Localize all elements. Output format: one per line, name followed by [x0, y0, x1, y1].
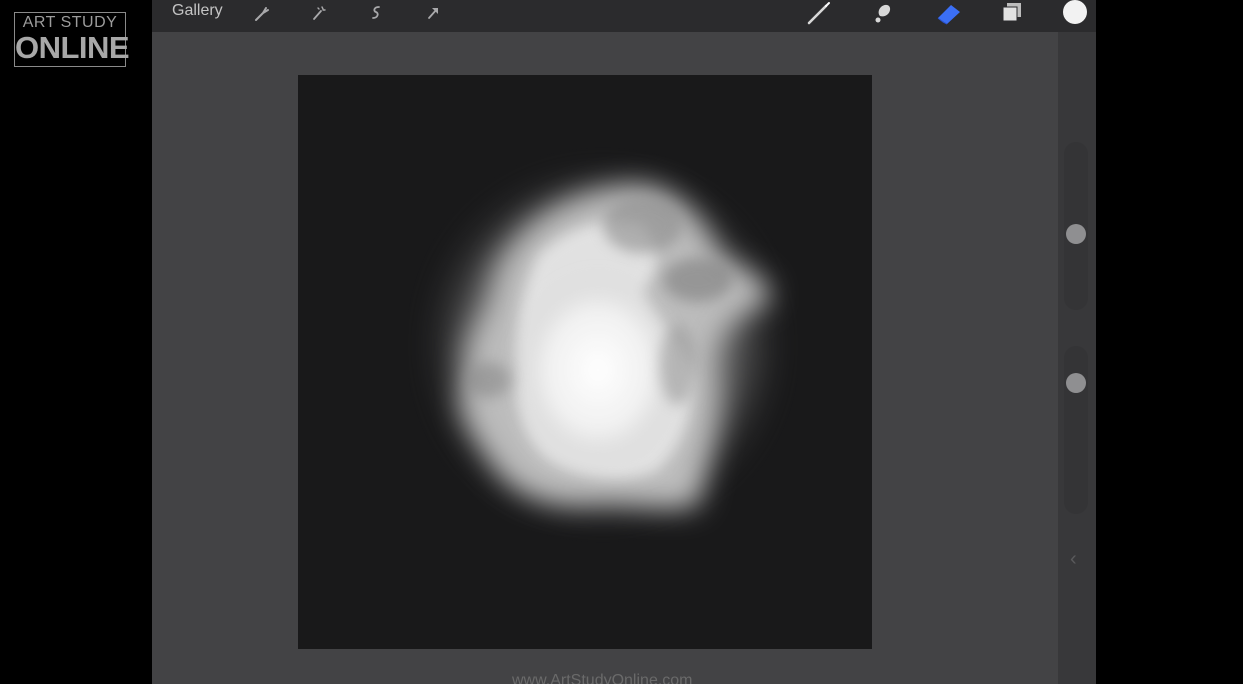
procreate-screen: Gallery ‹ www.ArtStudyOnline.com: [152, 0, 1096, 684]
video-frame: ART STUDY ONLINE Gallery ‹ www.ArtStudyO…: [0, 0, 1243, 684]
magic-wand-icon[interactable]: [307, 2, 329, 24]
logo-line-2: ONLINE: [15, 30, 130, 65]
top-toolbar: Gallery: [152, 0, 1096, 32]
opacity-slider-knob[interactable]: [1066, 373, 1086, 393]
chevron-left-icon[interactable]: ‹: [1070, 548, 1077, 571]
color-swatch-icon[interactable]: [1062, 0, 1088, 25]
drawing-canvas[interactable]: [298, 75, 872, 649]
brush-icon[interactable]: [804, 0, 832, 28]
cloud-painting: [298, 75, 872, 649]
logo-line-1: ART STUDY: [22, 14, 118, 31]
size-slider-knob[interactable]: [1066, 224, 1086, 244]
selection-icon[interactable]: [365, 2, 387, 24]
art-study-online-logo: ART STUDY ONLINE: [14, 12, 130, 67]
wrench-icon[interactable]: [250, 2, 272, 24]
eraser-icon[interactable]: [934, 0, 964, 28]
website-watermark: www.ArtStudyOnline.com: [512, 672, 693, 684]
size-slider[interactable]: [1064, 142, 1088, 310]
layers-icon[interactable]: [998, 0, 1026, 28]
opacity-slider[interactable]: [1064, 346, 1088, 514]
smudge-icon[interactable]: [868, 0, 896, 28]
transform-arrow-icon[interactable]: [422, 2, 444, 24]
gallery-button[interactable]: Gallery: [172, 2, 223, 20]
